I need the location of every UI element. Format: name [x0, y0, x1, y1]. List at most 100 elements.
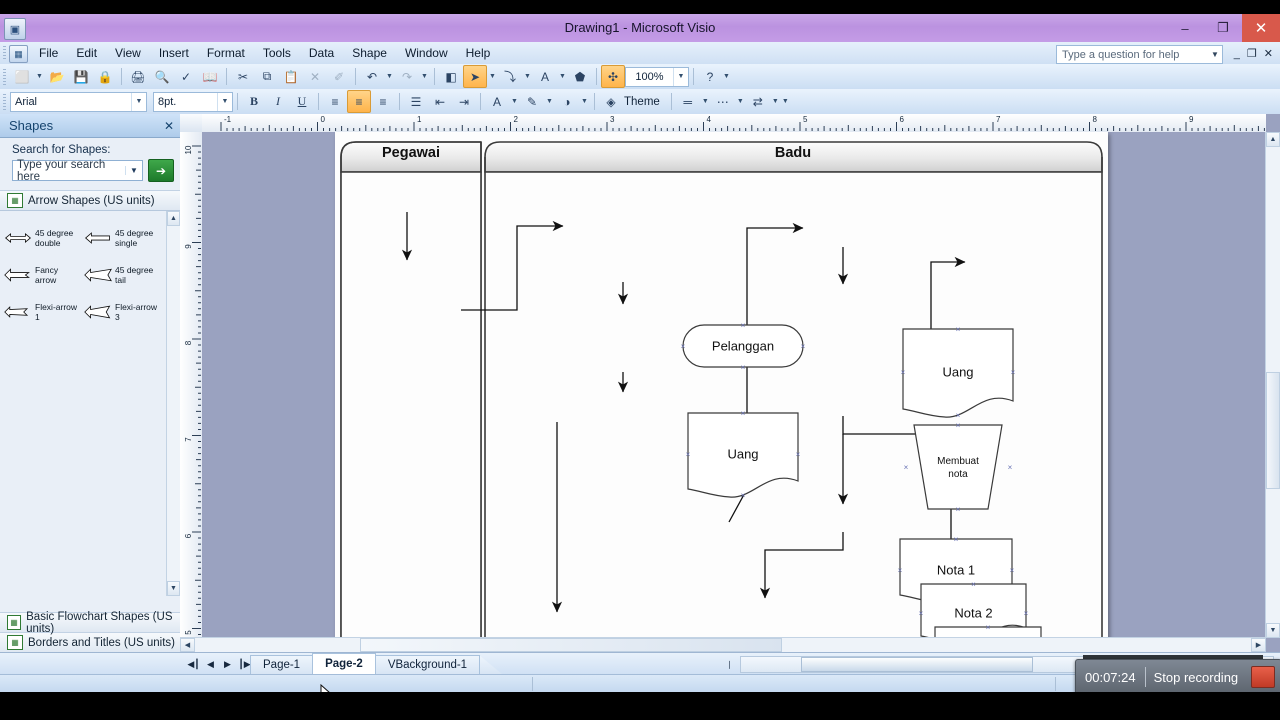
doc-close-button[interactable]: ✕ [1264, 47, 1273, 60]
font-name-combo[interactable]: Arial ▼ [10, 91, 147, 112]
fill-color-icon[interactable]: ◑ [555, 90, 579, 113]
stencil-item-flexi-arrow-1[interactable]: Flexi-arrow 1 [4, 293, 84, 330]
help-icon[interactable]: ? [698, 65, 722, 88]
prev-page-button[interactable]: ◀ [203, 654, 218, 674]
print-icon[interactable]: 🖨 [126, 65, 150, 88]
doc-restore-button[interactable]: ❐ [1247, 47, 1257, 60]
text-color-icon[interactable]: A [485, 90, 509, 113]
connector-dropdown-icon[interactable]: ▼ [522, 66, 533, 87]
scroll-down-icon[interactable]: ▼ [1266, 623, 1280, 638]
formatting-overflow-icon[interactable]: ▼ [781, 91, 790, 112]
scroll-right-icon[interactable]: ▶ [1251, 638, 1266, 652]
decrease-indent-icon[interactable]: ⇤ [428, 90, 452, 113]
first-page-button[interactable]: ◀┃ [186, 654, 201, 674]
next-page-button[interactable]: ▶ [220, 654, 235, 674]
menu-view[interactable]: View [106, 42, 150, 64]
vertical-scroll-thumb[interactable] [1266, 372, 1280, 489]
minimize-button[interactable]: – [1166, 14, 1204, 42]
restore-button[interactable]: ❐ [1204, 14, 1242, 42]
doc-minimize-button[interactable]: _ [1234, 48, 1240, 60]
increase-indent-icon[interactable]: ⇥ [452, 90, 476, 113]
ruler-corner[interactable] [180, 114, 203, 133]
copy-icon[interactable]: ⧉ [255, 65, 279, 88]
fill-color-dropdown-icon[interactable]: ▼ [579, 91, 590, 112]
line-pattern-icon[interactable]: ⋯ [711, 90, 735, 113]
chevron-down-icon[interactable]: ▼ [125, 166, 142, 175]
stencil-header-basic-flowchart[interactable]: ▦ Basic Flowchart Shapes (US units) [0, 611, 180, 635]
open-icon[interactable]: 📂 [45, 65, 69, 88]
stop-recording-label[interactable]: Stop recording [1146, 670, 1251, 685]
connector-tool-icon[interactable]: ⤵ [498, 65, 522, 88]
menu-edit[interactable]: Edit [67, 42, 106, 64]
line-color-dropdown-icon[interactable]: ▼ [544, 91, 555, 112]
font-size-dropdown-icon[interactable]: ▼ [217, 92, 232, 111]
format-painter-icon[interactable]: ✐ [327, 65, 351, 88]
horizontal-scrollbar[interactable]: ◀ ▶ [180, 637, 1266, 652]
stop-record-icon[interactable] [1251, 666, 1275, 688]
scroll-left-icon[interactable]: ◀ [180, 638, 195, 652]
line-weight-icon[interactable]: ═ [676, 90, 700, 113]
save-icon[interactable]: 💾 [69, 65, 93, 88]
menu-help[interactable]: Help [457, 42, 500, 64]
align-left-icon[interactable]: ≡ [323, 90, 347, 113]
spelling-icon[interactable]: ✓ [174, 65, 198, 88]
text-color-dropdown-icon[interactable]: ▼ [509, 91, 520, 112]
cut-icon[interactable]: ✂ [231, 65, 255, 88]
vertical-ruler[interactable]: 10 9 8 7 6 5 [180, 132, 203, 638]
theme-label[interactable]: Theme [623, 96, 667, 108]
stencil-item-fancy-arrow[interactable]: Fancy arrow [4, 256, 84, 293]
stencil-item-flexi-arrow-3[interactable]: Flexi-arrow 3 [84, 293, 164, 330]
redo-dropdown-icon[interactable]: ▼ [419, 66, 430, 87]
page-tab-page-2[interactable]: Page-2 [312, 653, 376, 675]
zoom-combo[interactable]: 100% ▼ [625, 66, 689, 87]
page-tab-page-1[interactable]: Page-1 [250, 655, 314, 675]
shapes-tool-icon[interactable]: ⬟ [568, 65, 592, 88]
canvas[interactable]: Pelanggan × × × × Uang × × × × Uang × × × × Membuat nota… [202, 132, 1266, 638]
undo-icon[interactable]: ↶ [360, 65, 384, 88]
stencil-item-45-degree-tail[interactable]: 45 degree tail [84, 256, 164, 293]
line-ends-icon[interactable]: ⇄ [746, 90, 770, 113]
close-button[interactable]: ✕ [1242, 14, 1280, 42]
menu-shape[interactable]: Shape [343, 42, 396, 64]
menu-file[interactable]: File [30, 42, 67, 64]
paste-icon[interactable]: 📋 [279, 65, 303, 88]
line-ends-dropdown-icon[interactable]: ▼ [770, 91, 781, 112]
italic-button[interactable]: I [266, 90, 290, 113]
zoom-dropdown-icon[interactable]: ▼ [673, 67, 688, 86]
formatting-toolbar-grip[interactable] [3, 93, 6, 110]
menu-format[interactable]: Format [198, 42, 254, 64]
horizontal-ruler[interactable]: -1012345678910 [202, 114, 1266, 133]
pointer-dropdown-icon[interactable]: ▼ [487, 66, 498, 87]
drawing-toolbar-icon[interactable]: ◧ [439, 65, 463, 88]
stencil-item-45-degree-double[interactable]: 45 degree double [4, 219, 84, 256]
menu-window[interactable]: Window [396, 42, 457, 64]
stencil-header-arrow-shapes[interactable]: ▦ Arrow Shapes (US units) [0, 190, 180, 211]
font-size-combo[interactable]: 8pt. ▼ [153, 91, 233, 112]
stencil-header-borders-titles[interactable]: ▦ Borders and Titles (US units) [0, 632, 180, 652]
redo-icon[interactable]: ↷ [395, 65, 419, 88]
line-weight-dropdown-icon[interactable]: ▼ [700, 91, 711, 112]
vertical-scrollbar[interactable]: ▲ ▼ [1265, 132, 1280, 638]
theme-icon[interactable]: ◈ [599, 90, 623, 113]
stencil-scrollbar[interactable]: ▲ ▼ [166, 211, 180, 596]
scroll-up-icon[interactable]: ▲ [167, 211, 180, 226]
search-input[interactable]: Type your search here ▼ [12, 159, 143, 183]
pan-zoom-icon[interactable]: ✣ [601, 65, 625, 88]
font-name-dropdown-icon[interactable]: ▼ [131, 92, 146, 111]
tab-scroll-thumb[interactable] [801, 657, 1033, 672]
chevron-down-icon[interactable]: ▼ [1208, 50, 1222, 59]
bold-button[interactable]: B [242, 90, 266, 113]
line-color-icon[interactable]: ✎ [520, 90, 544, 113]
new-dropdown-icon[interactable]: ▼ [34, 66, 45, 87]
page-tab-vbackground-1[interactable]: VBackground-1 [374, 655, 481, 675]
drawing-page[interactable]: Pelanggan × × × × Uang × × × × Uang × × × × Membuat nota… [335, 132, 1243, 638]
search-go-button[interactable]: ➔ [148, 159, 174, 182]
scroll-down-icon[interactable]: ▼ [167, 581, 180, 596]
align-center-icon[interactable]: ≡ [347, 90, 371, 113]
pointer-tool-icon[interactable]: ➤ [463, 65, 487, 88]
tab-splitter[interactable]: ❘ [725, 656, 734, 672]
undo-dropdown-icon[interactable]: ▼ [384, 66, 395, 87]
text-dropdown-icon[interactable]: ▼ [557, 66, 568, 87]
menu-tools[interactable]: Tools [254, 42, 300, 64]
underline-button[interactable]: U [290, 90, 314, 113]
